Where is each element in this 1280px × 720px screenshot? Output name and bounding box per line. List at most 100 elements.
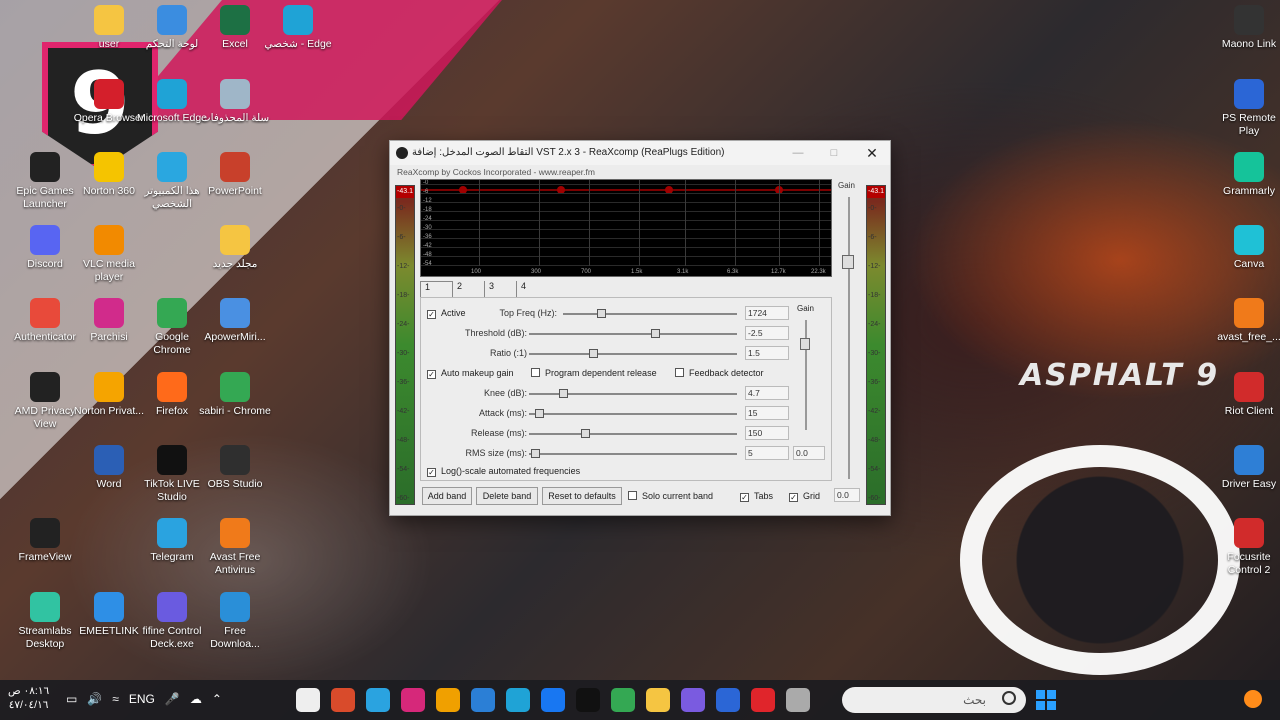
band-gain-slider[interactable] [805,320,807,430]
onedrive-icon[interactable]: ☁ [190,692,202,706]
taskbar-tiktok-icon[interactable] [576,688,600,712]
taskbar-chrome-icon[interactable] [436,688,460,712]
close-icon[interactable]: ✕ [864,145,880,161]
desktop-icon[interactable]: Streamlabs Desktop [8,592,82,651]
threshold-field[interactable]: -2.5 [745,326,789,340]
top-freq-thumb[interactable] [597,309,606,318]
attack-thumb[interactable] [535,409,544,418]
band-gain-thumb[interactable] [800,338,810,350]
desktop-icon[interactable]: avast_free_... [1212,298,1280,344]
desktop-icon[interactable]: Focusrite Control 2 [1212,518,1280,577]
desktop-icon[interactable]: مجلد جديد [198,225,272,271]
taskbar-chrome-2-icon[interactable] [611,688,635,712]
notification-icon[interactable] [1244,690,1262,708]
release-field[interactable]: 150 [745,426,789,440]
attack-slider[interactable] [529,409,737,418]
band-tab[interactable]: 4 [516,281,548,297]
taskbar-edge-icon[interactable] [506,688,530,712]
output-gain-field[interactable]: 0.0 [834,488,860,502]
reaxcomp-window[interactable]: التقاط الصوت المدخل: إضافة VST 2.x 3 - R… [389,140,891,516]
battery-icon[interactable]: ▭ [66,692,77,706]
frequency-graph[interactable]: -0 -6 -12 -18 -24 -30 -36 -42 -48 -54 100 300 700 1.5… [420,179,832,277]
desktop-icon[interactable]: AMD Privacy View [8,372,82,431]
desktop-icon[interactable]: Grammarly [1212,152,1280,198]
band-tab[interactable]: 3 [484,281,516,297]
tabs-checkbox[interactable]: ✓ Tabs [740,491,773,502]
search-box[interactable]: بحث [842,687,1026,713]
attack-field[interactable]: 15 [745,406,789,420]
desktop-icon-label: VLC media player [83,258,135,283]
ratio-slider[interactable] [529,349,737,358]
volume-icon[interactable]: 🔊 [87,692,102,706]
threshold-thumb[interactable] [651,329,660,338]
feedback-detector-checkbox[interactable]: Feedback detector [675,368,764,378]
release-thumb[interactable] [581,429,590,438]
taskbar-instagram-icon[interactable] [401,688,425,712]
desktop-icon[interactable]: PowerPoint [198,152,272,198]
taskbar-window-icon[interactable] [786,688,810,712]
grid-checkbox[interactable]: ✓ Grid [789,491,820,502]
band-tab[interactable]: 2 [452,281,484,297]
desktop-icon[interactable]: PS Remote Play [1212,79,1280,138]
minimize-icon[interactable]: — [790,145,806,161]
knee-slider[interactable] [529,389,737,398]
maximize-icon[interactable]: □ [826,145,842,161]
desktop-icon[interactable]: FrameView [8,518,82,564]
desktop-icon[interactable]: Free Downloa... [198,592,272,651]
clock[interactable]: ٠٨:١٦ ص ٤٧/٠٤/١٦ [8,684,49,712]
release-slider[interactable] [529,429,737,438]
taskbar-telegram-icon[interactable] [366,688,390,712]
desktop-icon[interactable]: ApowerMiri... [198,298,272,344]
desktop-icon[interactable]: شخصي - Edge [261,5,335,51]
rms-field[interactable]: 5 [745,446,789,460]
threshold-slider[interactable] [529,329,737,338]
taskbar-file-icon[interactable] [296,688,320,712]
desktop-icon[interactable]: سلة المحذوفات [198,79,272,125]
start-button[interactable] [1036,690,1056,710]
desktop-icon[interactable]: Riot Client [1212,372,1280,418]
wifi-icon[interactable]: ≈ [112,692,119,706]
desktop-icon[interactable]: Discord [8,225,82,271]
desktop-icon-label: Maono Link [1221,38,1277,50]
output-gain-thumb[interactable] [842,255,854,269]
taskbar-store-icon[interactable] [716,688,740,712]
knee-field[interactable]: 4.7 [745,386,789,400]
desktop-icon[interactable]: OBS Studio [198,445,272,491]
output-gain-slider[interactable] [848,197,850,479]
ratio-field[interactable]: 1.5 [745,346,789,360]
taskbar-folder-icon[interactable] [646,688,670,712]
desktop-icon[interactable]: VLC media player [72,225,146,284]
rms-slider[interactable] [529,449,737,458]
desktop-icon[interactable]: Canva [1212,225,1280,271]
microphone-icon[interactable]: 🎤 [165,692,180,706]
desktop-icon[interactable]: Authenticator [8,298,82,344]
knee-thumb[interactable] [559,389,568,398]
chevron-up-icon[interactable]: ⌃ [212,692,222,706]
taskbar-copilot-icon[interactable] [681,688,705,712]
taskbar-facebook-icon[interactable] [541,688,565,712]
desktop-icon[interactable]: Driver Easy [1212,445,1280,491]
taskbar-anydesk-icon[interactable] [751,688,775,712]
top-freq-field[interactable]: 1724 [745,306,789,320]
language-indicator[interactable]: ENG [129,692,155,706]
add-band-button[interactable]: Add band [422,487,472,505]
taskbar-opera-icon[interactable] [331,688,355,712]
desktop-icon[interactable]: sabiri - Chrome [198,372,272,418]
solo-band-checkbox[interactable]: Solo current band [628,491,713,501]
top-freq-slider[interactable] [563,309,737,318]
band-tab[interactable]: 1 [420,281,452,297]
delete-band-button[interactable]: Delete band [476,487,538,505]
taskbar-weather-icon[interactable] [471,688,495,712]
reset-defaults-button[interactable]: Reset to defaults [542,487,622,505]
desktop-icon[interactable]: Epic Games Launcher [8,152,82,211]
desktop-icon[interactable]: Maono Link [1212,5,1280,51]
log-scale-checkbox[interactable]: ✓ Log()-scale automated frequencies [427,466,580,477]
desktop-icon[interactable]: Avast Free Antivirus [198,518,272,577]
band-gain-field[interactable]: 0.0 [793,446,825,460]
active-checkbox[interactable]: ✓ Active [427,308,466,319]
rms-thumb[interactable] [531,449,540,458]
ratio-thumb[interactable] [589,349,598,358]
program-dependent-checkbox[interactable]: Program dependent release [531,368,657,378]
window-titlebar[interactable]: التقاط الصوت المدخل: إضافة VST 2.x 3 - R… [390,141,890,165]
auto-makeup-checkbox[interactable]: ✓ Auto makeup gain [427,368,514,379]
